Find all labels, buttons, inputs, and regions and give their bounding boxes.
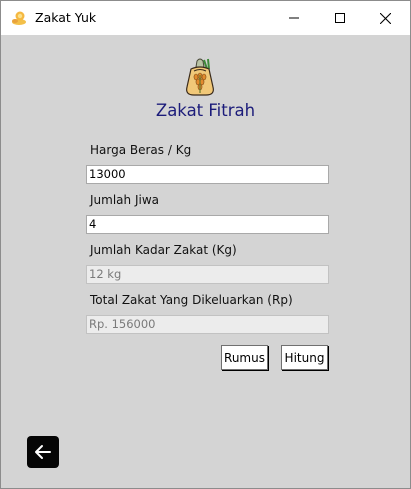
maximize-icon <box>335 13 345 23</box>
jumlah-jiwa-label: Jumlah Jiwa <box>90 193 159 207</box>
back-button[interactable] <box>27 436 59 468</box>
minimize-icon <box>289 17 299 19</box>
title-bar[interactable]: Zakat Yuk <box>1 1 410 35</box>
total-zakat-field: Rp. 156000 <box>86 315 329 334</box>
page-title: Zakat Fitrah <box>155 101 256 120</box>
arrow-left-icon <box>35 445 51 459</box>
hitung-button[interactable]: Hitung <box>281 345 328 370</box>
rumus-button[interactable]: Rumus <box>221 345 268 370</box>
kadar-zakat-field: 12 kg <box>86 265 329 284</box>
minimize-button[interactable] <box>271 1 317 35</box>
harga-beras-input[interactable]: 13000 <box>86 165 329 184</box>
harga-beras-label: Harga Beras / Kg <box>90 143 192 157</box>
zakat-app-icon <box>10 10 28 26</box>
maximize-button[interactable] <box>317 1 363 35</box>
jumlah-jiwa-input[interactable]: 4 <box>86 215 329 234</box>
app-window: Zakat Yuk Zakat Fitrah Harga Beras / Kg … <box>0 0 411 489</box>
close-button[interactable] <box>362 1 408 35</box>
window-title: Zakat Yuk <box>35 10 97 25</box>
kadar-zakat-label: Jumlah Kadar Zakat (Kg) <box>90 243 237 257</box>
total-zakat-label: Total Zakat Yang Dikeluarkan (Rp) <box>90 293 293 307</box>
rice-sack-icon <box>182 57 218 97</box>
close-icon <box>379 12 391 24</box>
